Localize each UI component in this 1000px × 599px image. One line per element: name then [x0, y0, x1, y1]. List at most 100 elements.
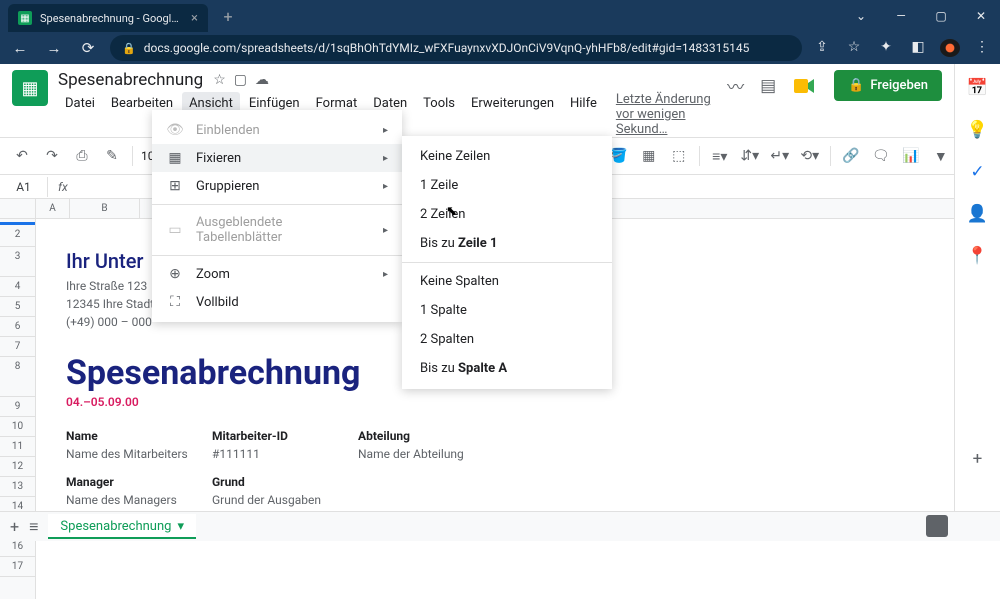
- col-a[interactable]: A: [36, 199, 70, 218]
- star-icon[interactable]: ☆: [213, 72, 226, 88]
- val-abt: Name der Abteilung: [358, 447, 498, 461]
- freeze-2-rows[interactable]: 2 Zeilen: [402, 200, 612, 229]
- address-bar[interactable]: 🔒 docs.google.com/spreadsheets/d/1sqBhOh…: [110, 35, 802, 61]
- extensions-icon[interactable]: ✦: [876, 39, 896, 57]
- rotate-button[interactable]: ⟲▾: [798, 144, 822, 168]
- row-8[interactable]: 8: [0, 357, 35, 397]
- tasks-icon[interactable]: ✓: [968, 162, 988, 182]
- undo-button[interactable]: ↶: [10, 144, 34, 168]
- row-17[interactable]: 17: [0, 557, 35, 577]
- back-button[interactable]: ←: [8, 36, 32, 60]
- filter-button[interactable]: ▼: [929, 144, 953, 168]
- freeze-up-to-col[interactable]: Bis zu Spalte A: [402, 354, 612, 383]
- calendar-icon[interactable]: 📅: [968, 78, 988, 98]
- row-1[interactable]: [0, 219, 35, 225]
- close-tab-icon[interactable]: ×: [191, 11, 198, 26]
- cloud-icon[interactable]: ☁: [255, 72, 269, 88]
- comment-button[interactable]: 🗨: [869, 144, 893, 168]
- forward-button[interactable]: →: [42, 36, 66, 60]
- contacts-icon[interactable]: 👤: [968, 204, 988, 224]
- menu-ausgeblendete[interactable]: ▭Ausgeblendete Tabellenblätter▸: [152, 209, 402, 251]
- redo-button[interactable]: ↷: [40, 144, 64, 168]
- maps-icon[interactable]: 📍: [968, 246, 988, 266]
- freeze-2-cols[interactable]: 2 Spalten: [402, 325, 612, 354]
- val-grund: Grund der Ausgaben: [212, 493, 498, 507]
- bookmark-icon[interactable]: ☆: [844, 39, 864, 57]
- tab-title: Spesenabrechnung - Google Tab…: [40, 12, 183, 25]
- freeze-no-rows[interactable]: Keine Zeilen: [402, 142, 612, 171]
- row-3[interactable]: 3: [0, 247, 35, 277]
- freeze-up-to-row[interactable]: Bis zu Zeile 1: [402, 229, 612, 258]
- share-button[interactable]: 🔒Freigeben: [834, 70, 942, 101]
- document-title[interactable]: Spesenabrechnung: [58, 70, 203, 90]
- lock-icon: 🔒: [848, 78, 864, 93]
- row-6[interactable]: 6: [0, 317, 35, 337]
- menu-datei[interactable]: Datei: [58, 92, 102, 137]
- val-name: Name des Mitarbeiters: [66, 447, 206, 461]
- menu-tools[interactable]: Tools: [416, 92, 462, 137]
- row-12[interactable]: 12: [0, 457, 35, 477]
- meet-icon[interactable]: [792, 73, 818, 99]
- menu-hilfe[interactable]: Hilfe: [563, 92, 604, 137]
- label-abt: Abteilung: [358, 429, 498, 443]
- menu-vollbild[interactable]: ⛶Vollbild: [152, 288, 402, 316]
- select-all-corner[interactable]: [0, 199, 36, 218]
- sheet-tabs-bar: + ≡ Spesenabrechnung▾: [0, 511, 1000, 541]
- chevron-down-icon[interactable]: ⌄: [842, 2, 880, 30]
- all-sheets-button[interactable]: ≡: [29, 517, 38, 537]
- menu-fixieren[interactable]: ▦Fixieren▸: [152, 144, 402, 172]
- freeze-no-cols[interactable]: Keine Spalten: [402, 267, 612, 296]
- reload-button[interactable]: ⟳: [76, 36, 100, 60]
- chart-button[interactable]: 📊: [899, 144, 923, 168]
- close-window-button[interactable]: ✕: [962, 2, 1000, 30]
- browser-tab[interactable]: ▦ Spesenabrechnung - Google Tab… ×: [8, 4, 208, 32]
- side-panel-icon[interactable]: ◧: [908, 39, 928, 57]
- align-button[interactable]: ≡▾: [708, 144, 732, 168]
- group-icon: ⊞: [166, 178, 184, 194]
- sheet-tab-active[interactable]: Spesenabrechnung▾: [48, 514, 196, 539]
- val-mid: #111111: [212, 447, 352, 461]
- merge-button[interactable]: ⬚: [667, 144, 691, 168]
- menu-erweiterungen[interactable]: Erweiterungen: [464, 92, 561, 137]
- last-edit-link[interactable]: Letzte Änderung vor wenigen Sekund…: [616, 92, 727, 137]
- menu-icon[interactable]: ⋮: [972, 39, 992, 57]
- minimize-button[interactable]: ―: [882, 2, 920, 30]
- label-grund: Grund: [212, 475, 352, 489]
- new-tab-button[interactable]: +: [216, 4, 240, 28]
- menu-einblenden[interactable]: 👁Einblenden▸: [152, 116, 402, 144]
- menu-zoom[interactable]: ⊕Zoom▸: [152, 260, 402, 288]
- freeze-1-col[interactable]: 1 Spalte: [402, 296, 612, 325]
- menu-gruppieren[interactable]: ⊞Gruppieren▸: [152, 172, 402, 200]
- sheet-tab-dropdown-icon[interactable]: ▾: [177, 519, 184, 534]
- link-button[interactable]: 🔗: [839, 144, 863, 168]
- activity-icon[interactable]: 〰: [727, 73, 744, 98]
- move-icon[interactable]: ▢: [234, 72, 247, 88]
- label-mgr: Manager: [66, 475, 206, 489]
- comments-icon[interactable]: ▤: [760, 76, 776, 96]
- row-9[interactable]: 9: [0, 397, 35, 417]
- valign-button[interactable]: ⇵▾: [738, 144, 762, 168]
- row-2[interactable]: 2: [0, 225, 35, 247]
- row-10[interactable]: 10: [0, 417, 35, 437]
- row-7[interactable]: 7: [0, 337, 35, 357]
- freeze-1-row[interactable]: 1 Zeile: [402, 171, 612, 200]
- row-13[interactable]: 13: [0, 477, 35, 497]
- borders-button[interactable]: ▦: [637, 144, 661, 168]
- sheets-logo[interactable]: ▦: [12, 70, 48, 106]
- maximize-button[interactable]: ▢: [922, 2, 960, 30]
- row-4[interactable]: 4: [0, 277, 35, 297]
- keep-icon[interactable]: 💡: [968, 120, 988, 140]
- wrap-button[interactable]: ↵▾: [768, 144, 792, 168]
- col-b[interactable]: B: [70, 199, 140, 218]
- row-5[interactable]: 5: [0, 297, 35, 317]
- profile-icon[interactable]: [940, 39, 960, 57]
- hidden-sheets-icon: ▭: [166, 222, 184, 238]
- name-box[interactable]: A1: [0, 177, 48, 197]
- add-sheet-button[interactable]: +: [10, 517, 19, 536]
- paint-format-button[interactable]: ✎: [100, 144, 124, 168]
- share-page-icon[interactable]: ⇪: [812, 39, 832, 57]
- add-panel-icon[interactable]: +: [968, 449, 988, 469]
- row-11[interactable]: 11: [0, 437, 35, 457]
- explore-button[interactable]: [926, 515, 948, 537]
- print-button[interactable]: ⎙: [70, 144, 94, 168]
